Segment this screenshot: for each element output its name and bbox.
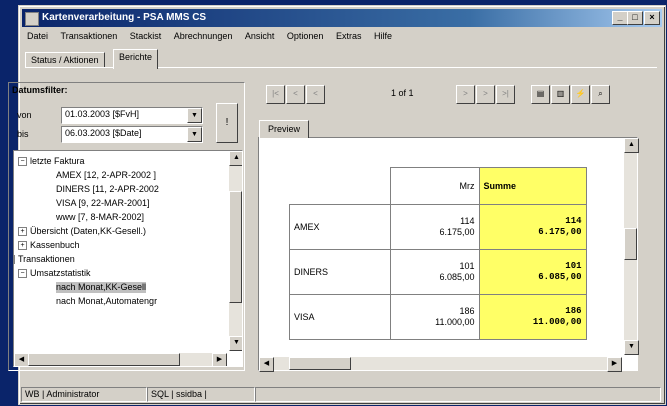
menu-abrechnungen[interactable]: Abrechnungen	[169, 28, 238, 44]
last-page-button[interactable]: >|	[496, 85, 515, 104]
tree-item-www[interactable]: www [7, 8-MAR-2002]	[56, 212, 144, 223]
report-tree: − letzte Faktura AMEX [12, 2-APR-2002 ] D…	[13, 150, 243, 367]
row-summe-cell: 101 6.085,00	[478, 249, 587, 295]
row-name: VISA	[289, 294, 391, 340]
scroll-left-icon[interactable]: ◀	[14, 353, 29, 366]
scroll-right-icon[interactable]: ▶	[212, 353, 227, 366]
minimize-button[interactable]: _	[612, 11, 628, 25]
scroll-down-icon[interactable]: ▼	[624, 340, 639, 355]
scroll-thumb[interactable]	[28, 353, 180, 366]
status-bar: WB | Administrator SQL | ssidba |	[21, 387, 661, 402]
apply-filter-button[interactable]: !	[216, 103, 238, 143]
row-name: DINERS	[289, 249, 391, 295]
title-bar[interactable]: Kartenverarbeitung - PSA MMS CS _ □ ×	[22, 9, 662, 27]
von-label: von	[17, 110, 32, 120]
expand-icon[interactable]: +	[18, 227, 27, 237]
scroll-right-icon[interactable]: ▶	[607, 357, 622, 372]
menu-bar: Datei Transaktionen Stackist Abrechnunge…	[22, 28, 662, 44]
tree-item-nach-monat-kk[interactable]: nach Monat,KK-Gesell	[56, 282, 147, 293]
export-icon[interactable]: ⚡	[571, 85, 590, 104]
tree-horizontal-scrollbar[interactable]: ◀ ▶	[14, 353, 227, 366]
bis-label: bis	[17, 129, 29, 139]
tree-item-umsatzstatistik[interactable]: − Umsatzstatistik	[18, 268, 91, 279]
chevron-down-icon[interactable]: ▼	[187, 108, 202, 123]
close-button[interactable]: ×	[644, 11, 660, 25]
collapse-icon[interactable]: −	[14, 255, 15, 265]
report-table: Mrz Summe AMEX 114 6.175,00 114 6.175,00 D…	[289, 167, 587, 340]
scroll-left-icon[interactable]: ◀	[259, 357, 274, 372]
tree-item-diners[interactable]: DINERS [11, 2-APR-2002	[56, 184, 159, 195]
preview-vertical-scrollbar[interactable]: ▲ ▼	[624, 138, 639, 355]
bis-date-value: 06.03.2003 [$Date]	[65, 128, 142, 138]
print-icon[interactable]: ▤	[531, 85, 550, 104]
von-date-value: 01.03.2003 [$FvH]	[65, 109, 140, 119]
report-navigation-bar: |< < < 1 of 1 > > >| ▤ ▥ ⚡ ⌕	[256, 82, 636, 106]
tree-item-uebersicht[interactable]: + Übersicht (Daten,KK-Gesell.)	[18, 226, 146, 237]
row-name: AMEX	[289, 204, 391, 250]
table-row: VISA 186 11.000,00 186 11.000,00	[289, 294, 587, 340]
tab-status-aktionen[interactable]: Status / Aktionen	[25, 52, 105, 68]
maximize-button[interactable]: □	[627, 11, 643, 25]
expand-icon[interactable]: +	[18, 241, 27, 251]
window-title: Kartenverarbeitung - PSA MMS CS	[42, 12, 207, 23]
bis-date-combo[interactable]: 06.03.2003 [$Date] ▼	[61, 126, 203, 143]
menu-stackist[interactable]: Stackist	[125, 28, 167, 44]
von-date-combo[interactable]: 01.03.2003 [$FvH] ▼	[61, 107, 203, 124]
next-page-button[interactable]: >	[476, 85, 495, 104]
status-empty-panel	[255, 387, 661, 402]
search-icon[interactable]: ⌕	[591, 85, 610, 104]
chevron-down-icon[interactable]: ▼	[187, 127, 202, 142]
tree-item-visa[interactable]: VISA [9, 22-MAR-2001]	[56, 198, 150, 209]
tab-berichte[interactable]: Berichte	[113, 49, 159, 69]
header-mrz: Mrz	[389, 167, 480, 205]
row-summe-cell: 114 6.175,00	[478, 204, 587, 250]
scroll-thumb[interactable]	[289, 357, 351, 370]
print-setup-icon[interactable]: ▥	[551, 85, 570, 104]
menu-extras[interactable]: Extras	[331, 28, 367, 44]
scroll-down-icon[interactable]: ▼	[229, 336, 242, 351]
prev-step-button[interactable]: <	[306, 85, 325, 104]
status-database: SQL | ssidba |	[147, 387, 255, 402]
table-header-row: Mrz Summe	[289, 167, 587, 205]
menu-transaktionen[interactable]: Transaktionen	[56, 28, 123, 44]
menu-ansicht[interactable]: Ansicht	[240, 28, 280, 44]
menu-hilfe[interactable]: Hilfe	[369, 28, 397, 44]
filter-tree-panel: Datumsfilter: von 01.03.2003 [$FvH] ▼ bi…	[8, 82, 245, 371]
row-summe-cell: 186 11.000,00	[478, 294, 587, 340]
row-mrz-cell: 186 11.000,00	[389, 294, 480, 340]
tree-item-kassenbuch[interactable]: + Kassenbuch	[18, 240, 80, 251]
tree-item-amex[interactable]: AMEX [12, 2-APR-2002 ]	[56, 170, 156, 181]
tree-vertical-scrollbar[interactable]: ▲ ▼	[229, 151, 242, 351]
status-user: WB | Administrator	[21, 387, 147, 402]
header-blank-cell	[289, 167, 391, 205]
menu-optionen[interactable]: Optionen	[282, 28, 329, 44]
first-page-button[interactable]: |<	[266, 85, 285, 104]
next-step-button[interactable]: >	[456, 85, 475, 104]
scroll-up-icon[interactable]: ▲	[624, 138, 639, 153]
header-summe: Summe	[478, 167, 587, 205]
collapse-icon[interactable]: −	[18, 269, 27, 279]
filter-title: Datumsfilter:	[12, 85, 68, 95]
report-preview-area: Mrz Summe AMEX 114 6.175,00 114 6.175,00 D…	[258, 137, 639, 372]
scroll-thumb[interactable]	[229, 191, 242, 303]
row-mrz-cell: 114 6.175,00	[389, 204, 480, 250]
app-icon	[25, 12, 39, 26]
tab-preview[interactable]: Preview	[259, 120, 310, 138]
tree-item-transaktionen[interactable]: −Transaktionen	[14, 254, 75, 265]
prev-page-button[interactable]: <	[286, 85, 305, 104]
page-indicator: 1 of 1	[391, 88, 414, 98]
scroll-up-icon[interactable]: ▲	[229, 151, 242, 166]
collapse-icon[interactable]: −	[18, 157, 27, 167]
table-row: DINERS 101 6.085,00 101 6.085,00	[289, 249, 587, 295]
preview-horizontal-scrollbar[interactable]: ◀ ▶	[259, 357, 622, 372]
scroll-thumb[interactable]	[624, 228, 637, 260]
table-row: AMEX 114 6.175,00 114 6.175,00	[289, 204, 587, 250]
tree-item-nach-monat-auto[interactable]: nach Monat,Automatengr	[56, 296, 157, 307]
tree-item-letzte-faktura[interactable]: − letzte Faktura	[18, 156, 85, 167]
row-mrz-cell: 101 6.085,00	[389, 249, 480, 295]
menu-datei[interactable]: Datei	[22, 28, 53, 44]
